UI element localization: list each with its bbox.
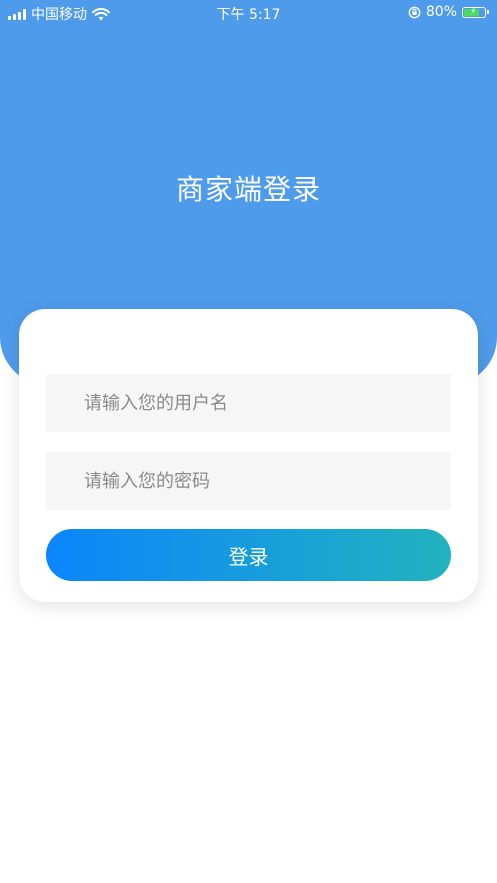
login-card: 登录 bbox=[19, 309, 478, 602]
login-button[interactable]: 登录 bbox=[46, 529, 451, 581]
battery-tip bbox=[487, 10, 489, 14]
battery-icon: ⚡ bbox=[462, 6, 486, 18]
username-input[interactable] bbox=[46, 374, 451, 432]
status-bar: 中国移动 下午 5:17 80% ⚡ bbox=[0, 0, 497, 26]
page-title: 商家端登录 bbox=[175, 173, 321, 206]
charging-icon: ⚡ bbox=[470, 6, 477, 17]
orientation-lock-icon bbox=[408, 6, 421, 18]
password-input[interactable] bbox=[46, 452, 451, 510]
battery-percent: 80% bbox=[425, 4, 457, 20]
status-right: 80% ⚡ bbox=[408, 4, 489, 20]
